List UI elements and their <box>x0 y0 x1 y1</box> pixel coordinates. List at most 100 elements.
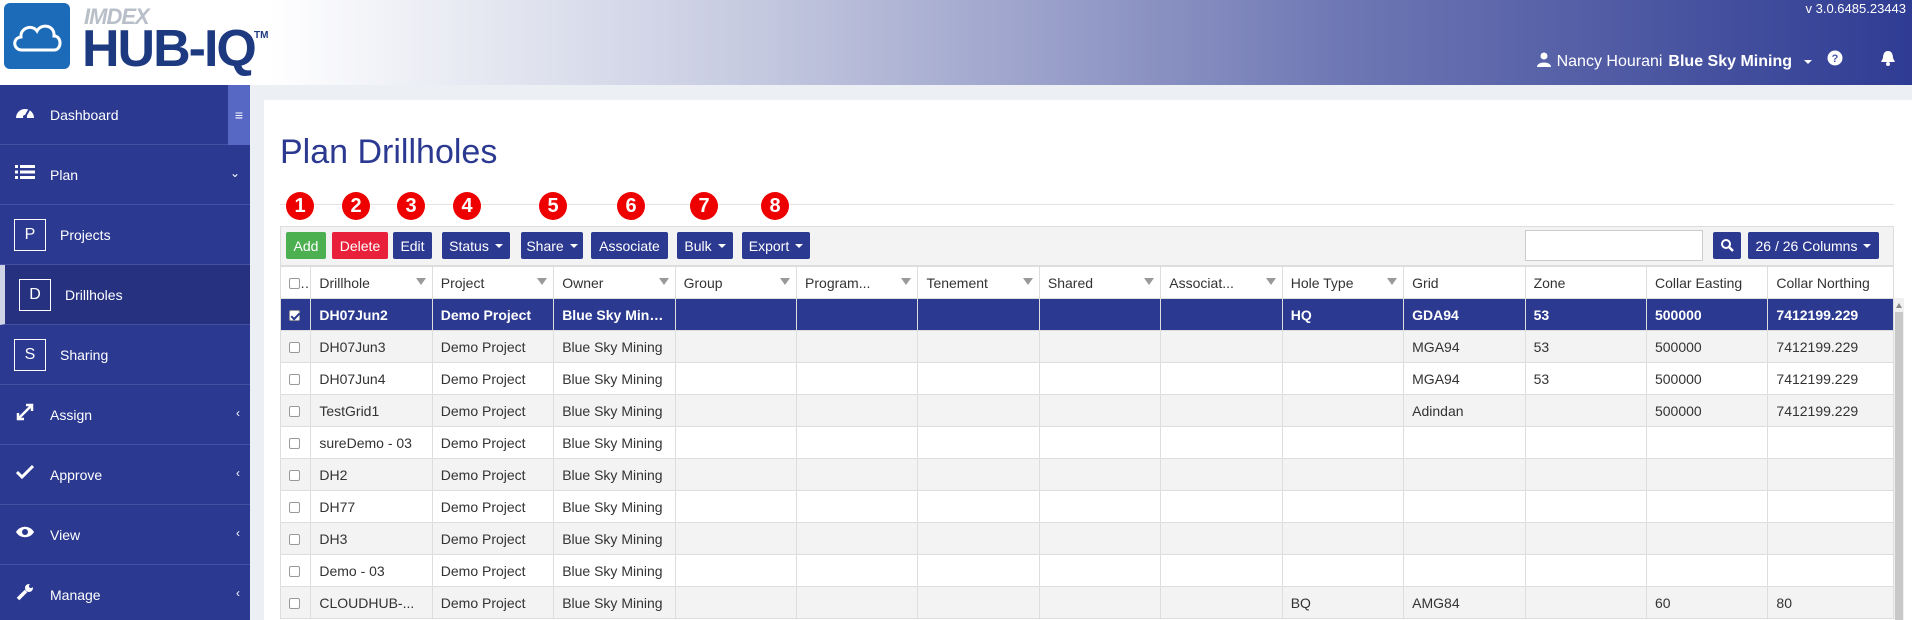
table-cell[interactable] <box>1160 522 1283 555</box>
table-cell[interactable] <box>1160 394 1283 427</box>
column-header[interactable]: Group <box>674 266 798 299</box>
table-cell[interactable] <box>1645 426 1769 459</box>
associate-button[interactable]: Associate <box>591 232 668 259</box>
table-cell[interactable]: sureDemo - 03 <box>310 426 433 459</box>
table-cell[interactable] <box>674 426 798 459</box>
column-header[interactable]: Program... <box>796 266 919 299</box>
table-cell[interactable]: Demo Project <box>431 490 555 523</box>
sidebar-item-projects[interactable]: P Projects <box>0 205 250 265</box>
table-cell[interactable] <box>1038 394 1162 427</box>
column-header[interactable]: Collar Northing <box>1767 266 1894 299</box>
table-cell[interactable] <box>1767 522 1894 555</box>
table-cell[interactable] <box>1403 426 1526 459</box>
table-cell[interactable]: Demo Project <box>431 522 555 555</box>
table-cell[interactable] <box>796 330 919 363</box>
table-row[interactable]: DH3 Demo Project Blue Sky Mining <box>279 522 1894 555</box>
table-cell[interactable]: 7412199.229 <box>1767 330 1894 363</box>
table-cell[interactable] <box>1038 330 1162 363</box>
column-header[interactable]: Grid <box>1403 266 1526 299</box>
filter-icon[interactable] <box>415 278 426 285</box>
table-cell[interactable]: AMG84 <box>1403 586 1526 619</box>
table-cell[interactable] <box>1645 522 1769 555</box>
table-cell[interactable] <box>1160 330 1283 363</box>
table-cell[interactable]: Blue Sky Mining <box>553 362 676 395</box>
table-cell[interactable] <box>1160 298 1283 331</box>
select-all-checkbox[interactable] <box>289 278 300 290</box>
column-header[interactable]: Owner <box>553 266 676 299</box>
table-cell[interactable]: Demo Project <box>431 586 555 619</box>
table-cell[interactable] <box>796 394 919 427</box>
table-cell[interactable] <box>1524 586 1647 619</box>
delete-button[interactable]: Delete <box>332 232 388 259</box>
table-cell[interactable]: 500000 <box>1645 298 1769 331</box>
bell-icon[interactable] <box>1881 50 1895 70</box>
table-cell[interactable] <box>917 330 1040 363</box>
table-cell[interactable]: Adindan <box>1403 394 1526 427</box>
select-all-header[interactable] <box>279 266 312 299</box>
columns-dropdown-button[interactable]: 26 / 26 Columns <box>1748 232 1879 259</box>
row-checkbox[interactable] <box>289 310 300 322</box>
row-checkbox[interactable] <box>289 566 300 578</box>
scroll-up-arrow-icon[interactable] <box>1896 303 1902 308</box>
table-cell[interactable]: Blue Sky Mining <box>553 458 676 491</box>
user-menu[interactable]: Nancy Hourani Blue Sky Mining <box>1536 52 1812 72</box>
table-cell[interactable] <box>1403 554 1526 587</box>
table-cell[interactable] <box>796 490 919 523</box>
table-cell[interactable]: 7412199.229 <box>1767 298 1894 331</box>
table-cell[interactable] <box>1767 490 1894 523</box>
table-cell[interactable]: Blue Sky Mining <box>553 330 676 363</box>
table-cell[interactable] <box>1645 458 1769 491</box>
table-cell[interactable] <box>796 362 919 395</box>
sidebar-item-drillholes[interactable]: D Drillholes <box>0 265 250 325</box>
table-cell[interactable] <box>1038 554 1162 587</box>
table-cell[interactable]: Demo Project <box>431 554 555 587</box>
table-cell[interactable] <box>1281 426 1405 459</box>
question-circle-icon[interactable]: ? <box>1827 50 1843 70</box>
table-cell[interactable]: 53 <box>1524 298 1647 331</box>
table-cell[interactable] <box>796 586 919 619</box>
row-select-cell[interactable] <box>279 586 312 619</box>
table-cell[interactable] <box>796 522 919 555</box>
table-cell[interactable]: TestGrid1 <box>310 394 433 427</box>
table-cell[interactable] <box>1281 490 1405 523</box>
table-cell[interactable]: Demo Project <box>431 330 555 363</box>
table-cell[interactable] <box>674 394 798 427</box>
table-cell[interactable] <box>1160 362 1283 395</box>
table-row[interactable]: DH2 Demo Project Blue Sky Mining <box>279 458 1894 491</box>
table-cell[interactable] <box>674 458 798 491</box>
table-cell[interactable] <box>1403 490 1526 523</box>
table-cell[interactable]: Blue Sky Mining <box>553 586 676 619</box>
row-select-cell[interactable] <box>279 330 312 363</box>
table-cell[interactable]: 7412199.229 <box>1767 362 1894 395</box>
search-input[interactable] <box>1525 230 1703 261</box>
table-cell[interactable]: Blue Sky Mining <box>553 554 676 587</box>
table-cell[interactable]: Demo Project <box>431 362 555 395</box>
sidebar-item-assign[interactable]: Assign ‹ <box>0 385 250 445</box>
export-dropdown-button[interactable]: Export <box>742 232 810 259</box>
table-cell[interactable] <box>917 554 1040 587</box>
table-cell[interactable]: 500000 <box>1645 330 1769 363</box>
table-row[interactable]: DH77 Demo Project Blue Sky Mining <box>279 490 1894 523</box>
table-cell[interactable] <box>917 298 1040 331</box>
table-cell[interactable] <box>1281 458 1405 491</box>
table-cell[interactable] <box>674 554 798 587</box>
table-cell[interactable]: DH07Jun3 <box>310 330 433 363</box>
table-cell[interactable] <box>1524 490 1647 523</box>
add-button[interactable]: Add <box>286 232 326 259</box>
filter-icon[interactable] <box>901 278 912 285</box>
filter-icon[interactable] <box>537 278 548 285</box>
table-cell[interactable] <box>1281 554 1405 587</box>
filter-icon[interactable] <box>658 278 669 285</box>
column-header[interactable]: Project <box>431 266 555 299</box>
table-cell[interactable] <box>1524 426 1647 459</box>
table-cell[interactable] <box>1403 522 1526 555</box>
table-cell[interactable] <box>1160 490 1283 523</box>
cloud-logo-icon[interactable] <box>4 3 70 69</box>
table-cell[interactable]: DH07Jun2 <box>310 298 433 331</box>
table-cell[interactable]: Demo - 03 <box>310 554 433 587</box>
table-row[interactable]: DH07Jun3 Demo Project Blue Sky Mining MGA94… <box>279 330 1894 363</box>
table-cell[interactable] <box>917 490 1040 523</box>
table-row[interactable]: TestGrid1 Demo Project Blue Sky Mining Adin… <box>279 394 1894 427</box>
table-row[interactable]: Demo - 03 Demo Project Blue Sky Mining <box>279 554 1894 587</box>
table-cell[interactable] <box>1038 298 1162 331</box>
